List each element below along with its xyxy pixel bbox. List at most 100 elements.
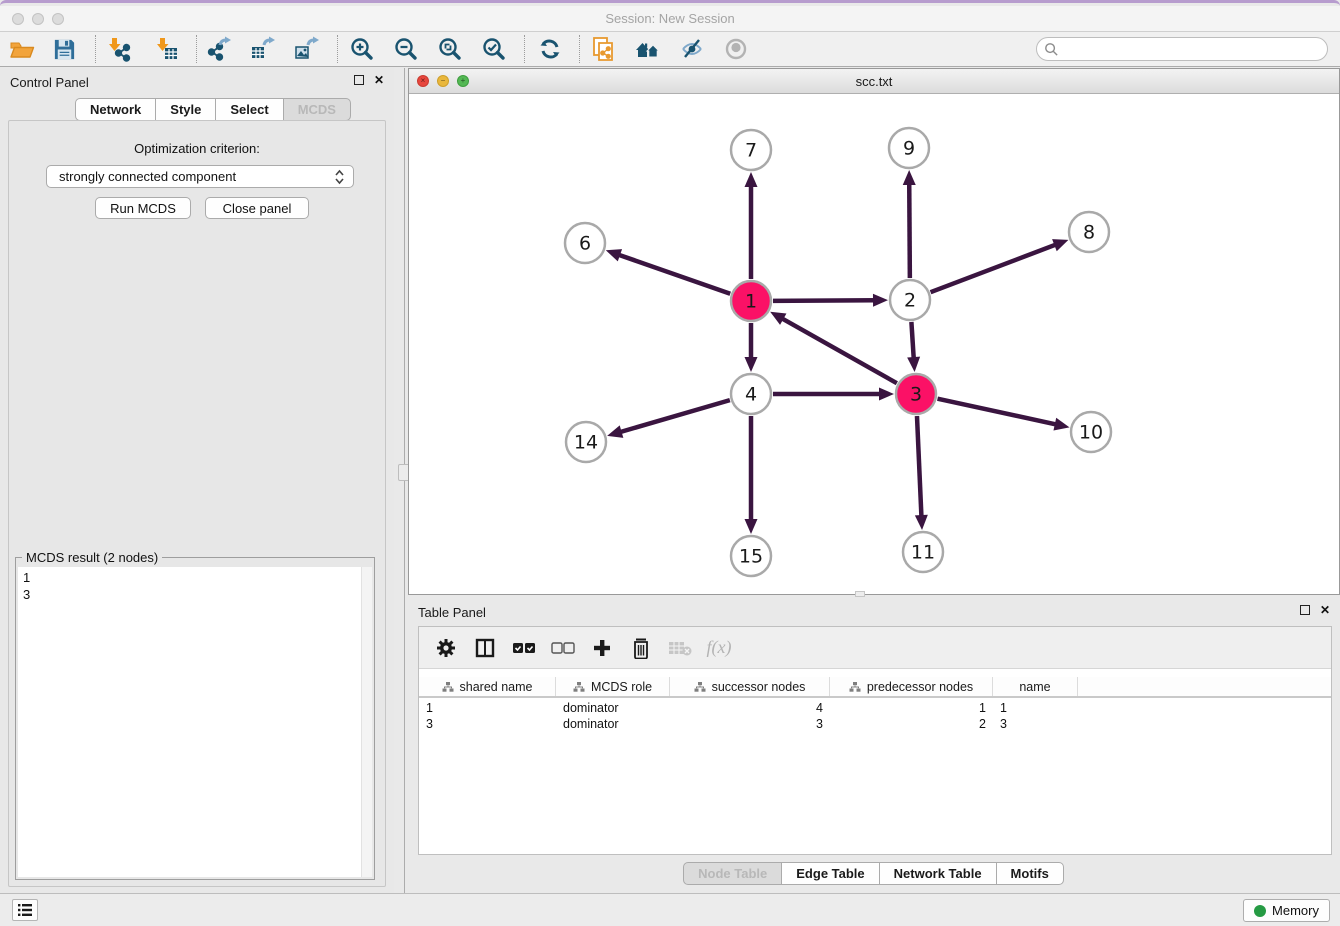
edge-arrowhead (745, 172, 758, 187)
table-cell[interactable]: 3 (670, 716, 830, 732)
mcds-result-title: MCDS result (2 nodes) (22, 550, 162, 565)
node-table-content: f(x) shared name MCDS role successor nodes… (418, 626, 1332, 855)
zoom-selected-icon[interactable] (477, 35, 511, 63)
column-header-successor-nodes[interactable]: successor nodes (670, 677, 830, 696)
table-header: shared name MCDS role successor nodes prede… (419, 677, 1331, 698)
edge-2-8[interactable] (931, 244, 1058, 292)
edge-4-14[interactable] (619, 400, 730, 432)
select-all-icon[interactable] (509, 634, 539, 662)
edge-1-2[interactable] (773, 300, 876, 301)
split-pane-icon[interactable] (470, 634, 500, 662)
window-title: Session: New Session (0, 11, 1340, 26)
control-tab-network[interactable]: Network (75, 98, 156, 121)
network-canvas[interactable]: 7968124314101511 (409, 94, 1339, 594)
column-header-MCDS-role[interactable]: MCDS role (556, 677, 670, 696)
memory-button[interactable]: Memory (1243, 899, 1330, 922)
column-label: MCDS role (591, 680, 652, 694)
network-view-title: scc.txt (409, 74, 1339, 89)
edge-3-10[interactable] (937, 399, 1057, 425)
control-tab-style[interactable]: Style (155, 98, 216, 121)
mcds-result-lines: 1 3 (18, 567, 372, 605)
duplicate-network-icon[interactable] (587, 35, 621, 63)
column-header-predecessor-nodes[interactable]: predecessor nodes (830, 677, 993, 696)
show-panels-icon[interactable] (719, 35, 753, 63)
float-panel-icon[interactable] (354, 75, 364, 85)
deselect-all-icon[interactable] (548, 634, 578, 662)
criterion-select[interactable]: strongly connected component (46, 165, 354, 188)
table-toolbar: f(x) (419, 627, 1331, 669)
task-history-button[interactable] (12, 899, 38, 921)
apply-layout-icon[interactable] (533, 35, 567, 63)
zoom-in-icon[interactable] (345, 35, 379, 63)
hide-panels-icon[interactable] (675, 35, 709, 63)
network-view-window: × − + scc.txt 7968124314101511 (408, 68, 1340, 595)
table-tab-motifs[interactable]: Motifs (996, 862, 1064, 885)
table-cell[interactable]: 1 (419, 700, 556, 716)
table-cell[interactable]: 1 (993, 700, 1078, 716)
export-table-icon[interactable] (245, 35, 279, 63)
import-network-icon[interactable] (101, 35, 135, 63)
close-panel-button[interactable]: Close panel (205, 197, 309, 219)
mcds-result-groupbox: MCDS result (2 nodes) 1 3 (15, 557, 375, 880)
table-cell[interactable]: dominator (556, 700, 670, 716)
delete-column-icon[interactable] (626, 634, 656, 662)
add-column-icon[interactable] (587, 634, 617, 662)
edge-3-1[interactable] (781, 318, 897, 384)
control-tab-select[interactable]: Select (215, 98, 283, 121)
toolbar-separator (337, 35, 338, 63)
memory-label: Memory (1272, 903, 1319, 918)
control-panel-tabs: NetworkStyleSelectMCDS (76, 98, 351, 121)
save-session-icon[interactable] (47, 35, 81, 63)
close-panel-icon[interactable]: ✕ (1320, 605, 1330, 615)
search-input[interactable] (1063, 42, 1327, 57)
column-header-shared-name[interactable]: shared name (419, 677, 556, 696)
edge-2-3[interactable] (911, 322, 913, 360)
function-builder-icon[interactable]: f(x) (704, 634, 734, 662)
table-cell[interactable]: 3 (993, 716, 1078, 732)
table-row[interactable]: 1dominator411 (419, 700, 1331, 716)
export-image-icon[interactable] (289, 35, 323, 63)
table-cell[interactable]: 4 (670, 700, 830, 716)
horizontal-splitter-grip[interactable] (855, 591, 865, 597)
edge-3-11[interactable] (917, 416, 922, 518)
window-titlebar: Session: New Session (0, 6, 1340, 32)
import-table-icon[interactable] (149, 35, 183, 63)
run-mcds-button[interactable]: Run MCDS (95, 197, 191, 219)
home-icon[interactable] (631, 35, 665, 63)
search-field[interactable] (1036, 37, 1328, 61)
table-tab-edge-table[interactable]: Edge Table (781, 862, 879, 885)
zoom-out-icon[interactable] (389, 35, 423, 63)
hierarchy-icon (573, 681, 585, 693)
table-cell[interactable]: 2 (830, 716, 993, 732)
table-row[interactable]: 3dominator323 (419, 716, 1331, 732)
graph-node-label: 10 (1079, 422, 1103, 444)
edge-arrowhead (907, 357, 920, 372)
table-tab-node-table[interactable]: Node Table (683, 862, 782, 885)
close-panel-icon[interactable]: ✕ (374, 75, 384, 85)
export-network-icon[interactable] (201, 35, 235, 63)
edge-2-9[interactable] (909, 182, 910, 278)
table-cell[interactable]: 3 (419, 716, 556, 732)
hierarchy-icon (849, 681, 861, 693)
edge-1-6[interactable] (617, 254, 730, 294)
float-panel-icon[interactable] (1300, 605, 1310, 615)
edge-arrowhead (879, 388, 894, 401)
table-cell[interactable]: 1 (830, 700, 993, 716)
table-cell[interactable]: dominator (556, 716, 670, 732)
delete-table-icon[interactable] (665, 634, 695, 662)
zoom-fit-icon[interactable] (433, 35, 467, 63)
gear-icon[interactable] (431, 634, 461, 662)
result-scrollbar[interactable] (361, 567, 372, 877)
network-window-titlebar[interactable]: × − + scc.txt (409, 69, 1339, 94)
control-tab-mcds[interactable]: MCDS (283, 98, 351, 121)
mcds-result-area[interactable]: 1 3 (18, 567, 372, 877)
column-label: name (1019, 680, 1050, 694)
table-tabs: Node TableEdge TableNetwork TableMotifs (408, 862, 1340, 887)
edge-arrowhead (1052, 239, 1068, 251)
table-tab-network-table[interactable]: Network Table (879, 862, 997, 885)
open-session-icon[interactable] (5, 35, 39, 63)
column-header-name[interactable]: name (993, 677, 1078, 696)
column-label: predecessor nodes (867, 680, 973, 694)
memory-status-dot (1254, 905, 1266, 917)
graph-node-label: 2 (904, 290, 916, 312)
